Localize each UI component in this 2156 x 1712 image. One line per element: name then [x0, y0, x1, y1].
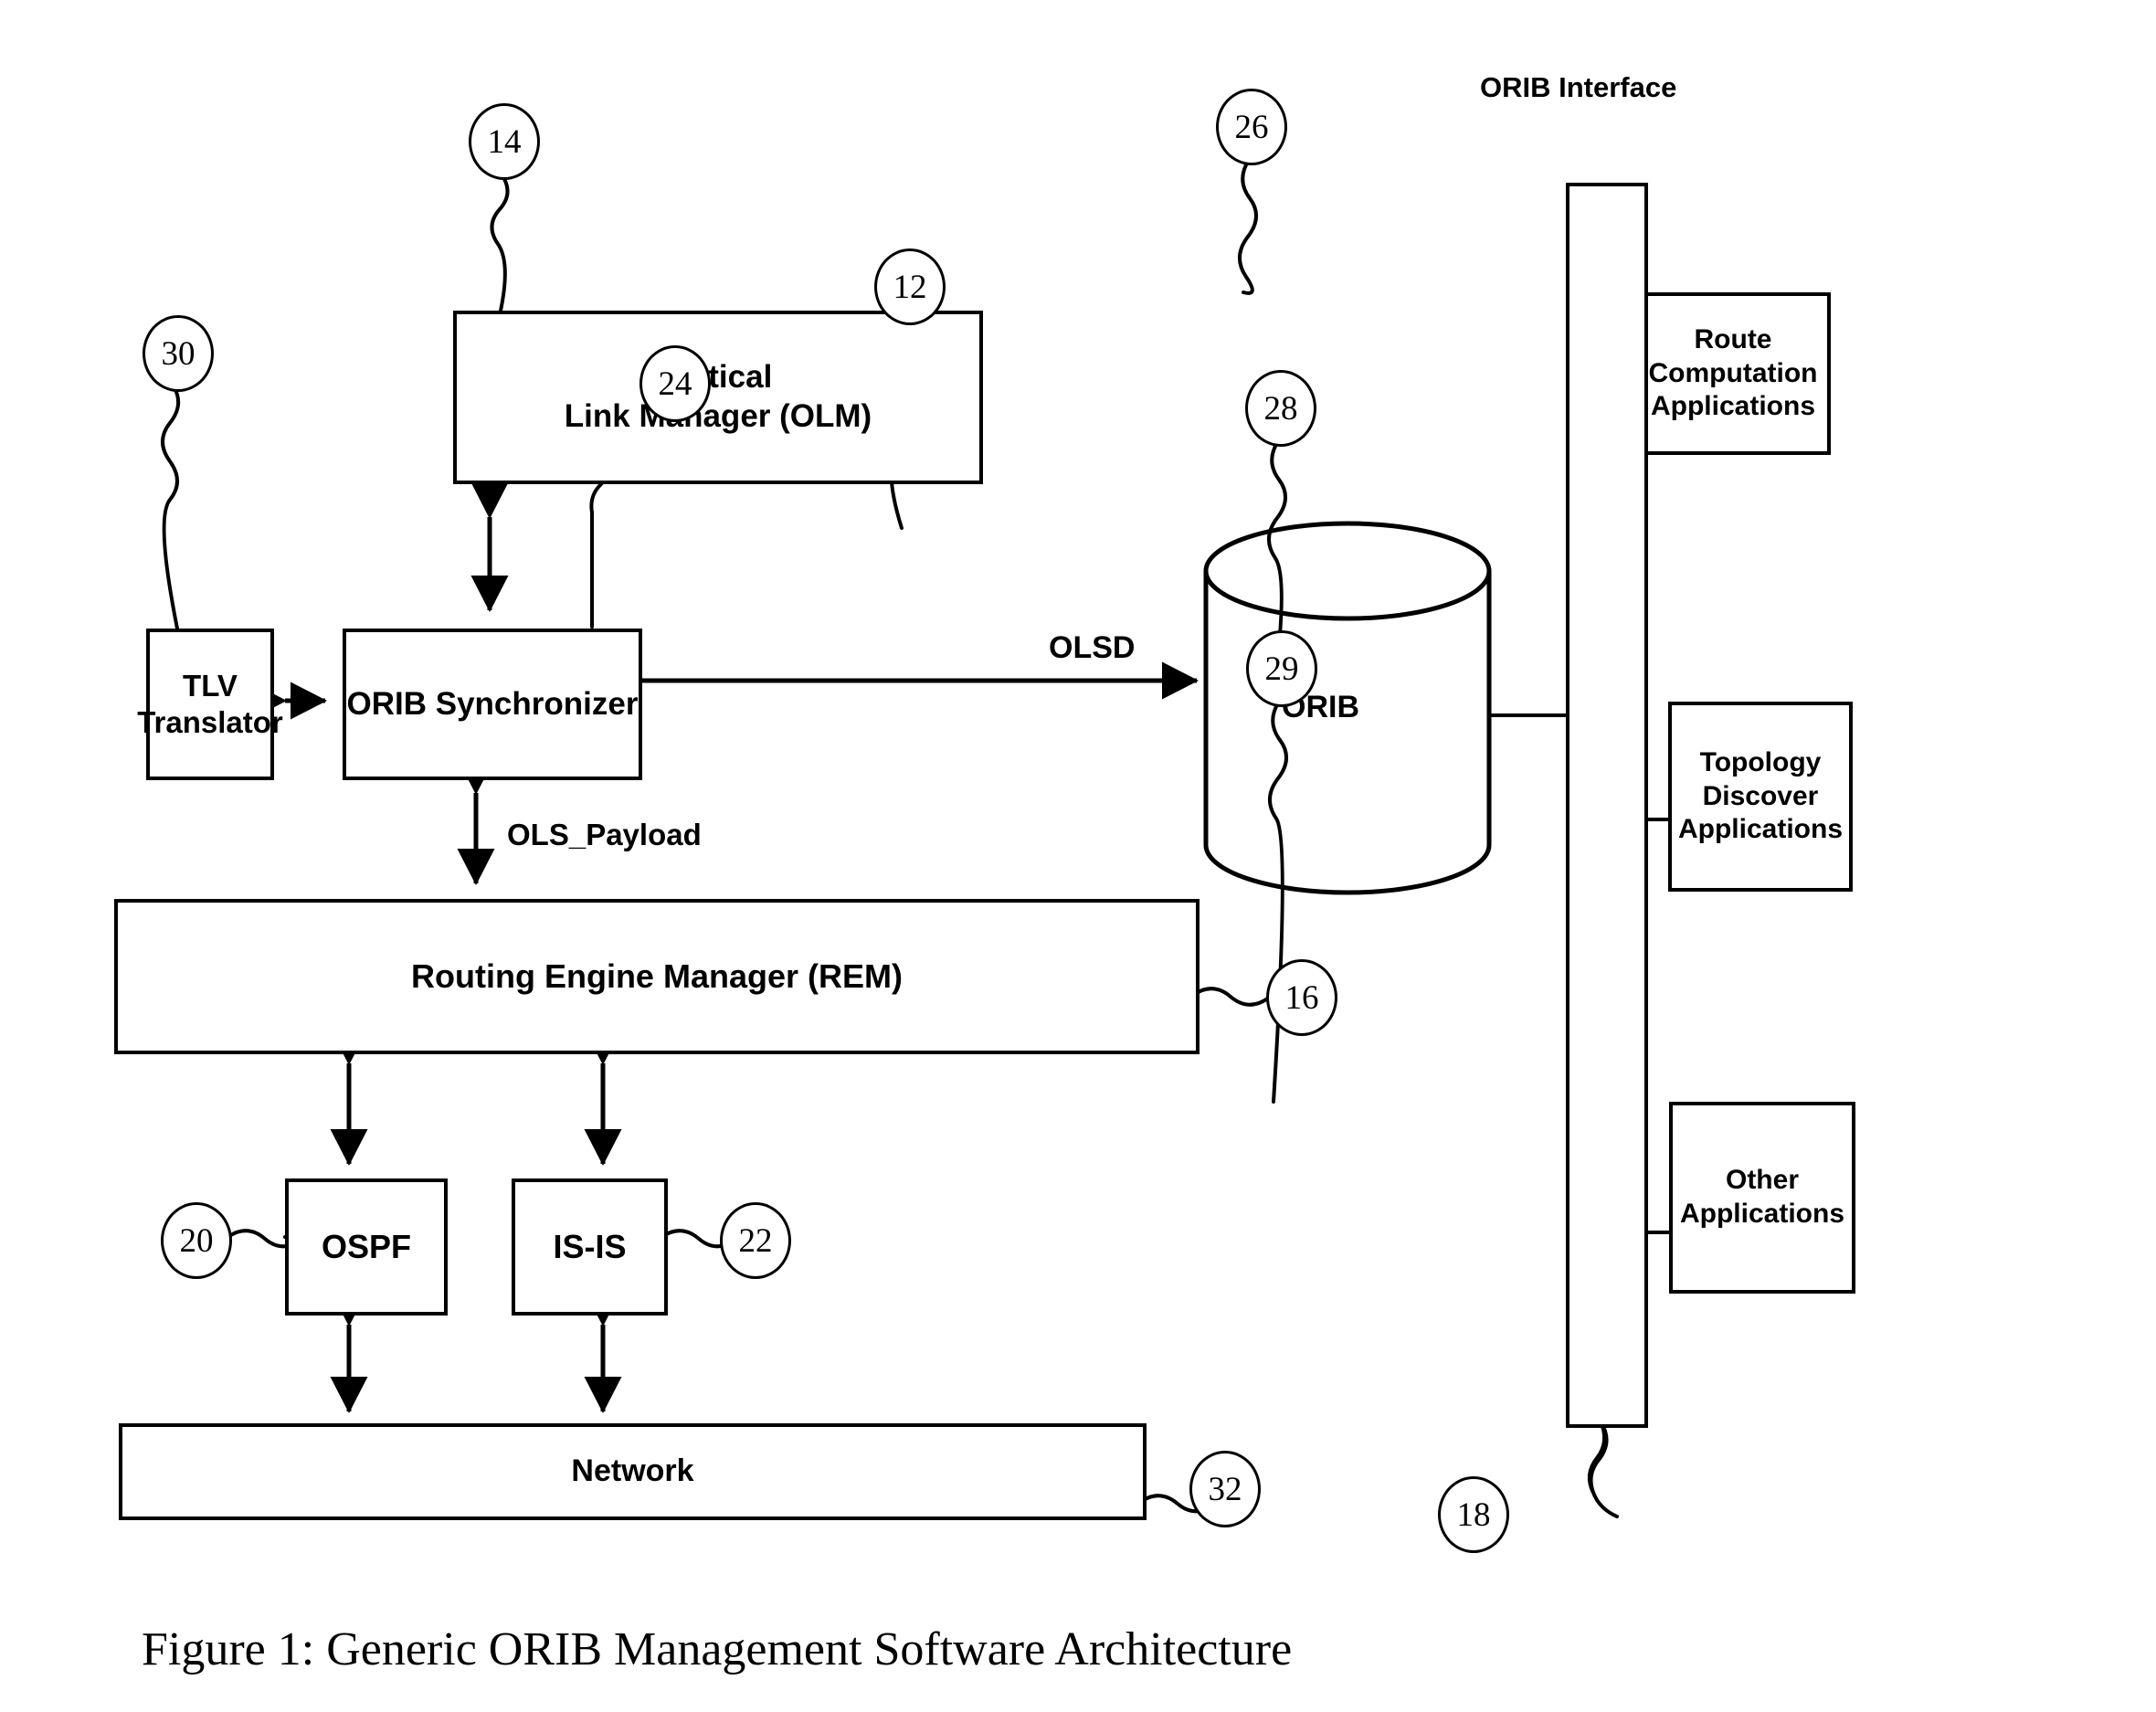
- callout-18-number: 18: [1456, 1495, 1491, 1534]
- network-box: Network: [119, 1423, 1147, 1520]
- callout-14: 14: [469, 103, 540, 180]
- callout-32-number: 32: [1208, 1470, 1242, 1508]
- isis-box: IS-IS: [512, 1178, 668, 1316]
- lead-line-18: [1587, 1421, 1607, 1494]
- callout-29: 29: [1246, 630, 1317, 707]
- ospf-box: OSPF: [285, 1178, 448, 1316]
- lead-line-26: [1238, 158, 1258, 295]
- routing-engine-manager-label: Routing Engine Manager (REM): [411, 957, 903, 996]
- callout-14-number: 14: [487, 122, 522, 161]
- callout-20-number: 20: [179, 1221, 214, 1260]
- callout-22-number: 22: [738, 1221, 773, 1260]
- patent-figure-1: Optical Link Manager (OLM) TLV Translato…: [0, 0, 2156, 1712]
- tlv-translator-label: TLV Translator: [137, 668, 283, 739]
- lead-line-18: [1589, 1420, 1619, 1518]
- callout-32: 32: [1189, 1451, 1261, 1527]
- lead-line-14: [490, 173, 510, 312]
- callout-30: 30: [143, 315, 214, 392]
- callout-18: 18: [1438, 1476, 1509, 1553]
- callout-24: 24: [639, 345, 711, 422]
- callout-26-number: 26: [1234, 108, 1269, 146]
- orib-interface-bar: [1566, 183, 1648, 1428]
- other-applications-box: Other Applications: [1669, 1102, 1855, 1294]
- callout-20: 20: [161, 1202, 232, 1279]
- ospf-label: OSPF: [321, 1228, 411, 1266]
- callout-22: 22: [720, 1202, 791, 1279]
- lead-line-29: [1268, 700, 1288, 1104]
- callout-26: 26: [1216, 89, 1287, 165]
- callout-12: 12: [874, 248, 946, 325]
- orib-interface-label: ORIB Interface: [1480, 71, 1677, 103]
- orib-synchronizer-box: ORIB Synchronizer: [343, 629, 642, 780]
- ols-payload-edge-label: OLS_Payload: [507, 818, 702, 851]
- route-computation-applications-label: Route Computation Applications: [1648, 324, 1818, 422]
- topology-discover-applications-label: Topology Discover Applications: [1677, 747, 1843, 845]
- routing-engine-manager-box: Routing Engine Manager (REM): [114, 899, 1200, 1054]
- isis-label: IS-IS: [553, 1228, 627, 1266]
- callout-16: 16: [1266, 959, 1337, 1036]
- callout-29-number: 29: [1264, 650, 1299, 688]
- figure-caption: Figure 1: Generic ORIB Management Softwa…: [142, 1623, 1293, 1675]
- callout-28-number: 28: [1263, 389, 1298, 428]
- route-computation-applications-box: Route Computation Applications: [1635, 292, 1831, 455]
- other-applications-label: Other Applications: [1679, 1165, 1844, 1229]
- callout-16-number: 16: [1284, 978, 1319, 1017]
- lead-line-30: [161, 385, 181, 630]
- optical-link-manager-label: Optical Link Manager (OLM): [564, 359, 872, 434]
- callout-28: 28: [1245, 370, 1316, 447]
- callout-30-number: 30: [161, 334, 196, 373]
- network-label: Network: [571, 1453, 694, 1489]
- callout-12-number: 12: [893, 268, 927, 306]
- callout-24-number: 24: [658, 365, 692, 403]
- optical-link-manager-box: Optical Link Manager (OLM): [453, 311, 983, 484]
- orib-synchronizer-label: ORIB Synchronizer: [346, 685, 639, 722]
- tlv-translator-box: TLV Translator: [137, 629, 283, 780]
- olsd-edge-label: OLSD: [1049, 630, 1136, 665]
- topology-discover-applications-box: Topology Discover Applications: [1668, 702, 1853, 892]
